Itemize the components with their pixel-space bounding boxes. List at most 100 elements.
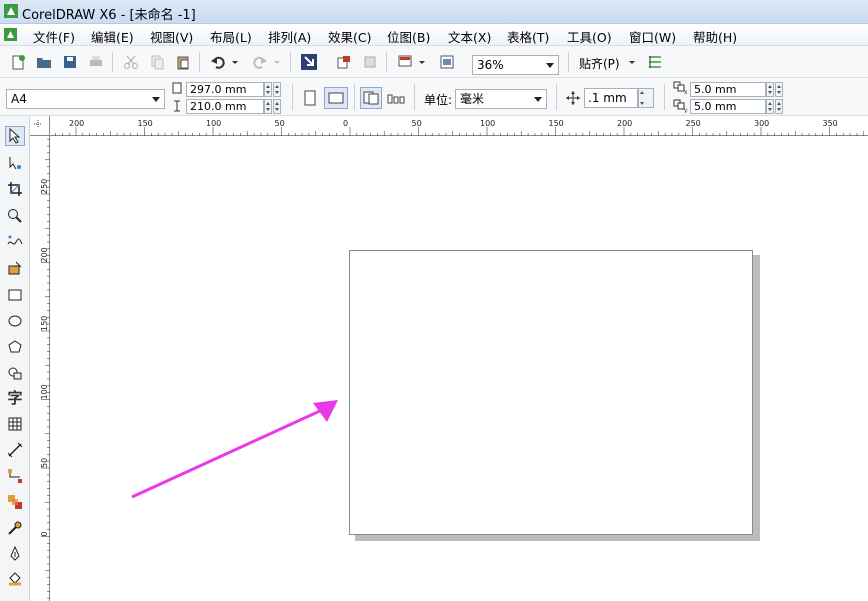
menu-help[interactable]: 帮助(H) <box>693 27 737 46</box>
ellipse-tool-icon[interactable] <box>5 311 25 331</box>
paste-icon[interactable] <box>173 52 193 72</box>
undo-icon[interactable] <box>208 52 228 72</box>
page-height-stepper-2[interactable] <box>273 99 281 114</box>
nudge-distance-value: .1 mm <box>588 91 627 105</box>
menu-bitmaps[interactable]: 位图(B) <box>387 27 430 46</box>
document-menu-icon[interactable] <box>4 28 17 41</box>
print-icon[interactable] <box>86 52 106 72</box>
duplicate-y-field[interactable]: 5.0 mm <box>690 99 766 114</box>
window-title: CorelDRAW X6 - [未命名 -1] <box>22 8 196 23</box>
open-folder-icon[interactable] <box>34 52 54 72</box>
freehand-tool-icon[interactable] <box>5 232 25 252</box>
duplicate-x-stepper-2[interactable] <box>775 82 783 97</box>
page-width-stepper[interactable] <box>264 82 272 97</box>
menu-window[interactable]: 窗口(W) <box>629 27 676 46</box>
paper-size-select[interactable]: A4 <box>6 89 165 109</box>
ruler-h-label: 50 <box>412 119 422 128</box>
redo-icon[interactable] <box>250 52 270 72</box>
import-icon[interactable] <box>299 52 319 72</box>
menu-layout[interactable]: 布局(L) <box>210 27 252 46</box>
duplicate-x-stepper[interactable] <box>766 82 774 97</box>
all-pages-icon[interactable] <box>360 87 382 109</box>
menu-view[interactable]: 视图(V) <box>150 27 193 46</box>
undo-dropdown-icon[interactable] <box>230 52 240 72</box>
welcome-screen-icon[interactable] <box>437 52 457 72</box>
title-bar: CorelDRAW X6 - [未命名 -1] <box>0 0 868 24</box>
ruler-h-label: 100 <box>206 119 221 128</box>
blend-tool-icon[interactable] <box>5 492 25 512</box>
text-tool-icon[interactable]: 字 <box>5 387 25 407</box>
save-icon[interactable] <box>60 52 80 72</box>
menu-arrange[interactable]: 排列(A) <box>268 27 311 46</box>
connector-tool-icon[interactable] <box>5 466 25 486</box>
outline-pen-tool-icon[interactable] <box>5 544 25 564</box>
smart-fill-tool-icon[interactable] <box>5 258 25 278</box>
launcher-dropdown-icon[interactable] <box>417 52 427 72</box>
export-icon[interactable] <box>334 52 354 72</box>
menu-tools[interactable]: 工具(O) <box>567 27 612 46</box>
zoom-level-select[interactable]: 36% <box>472 55 559 75</box>
eyedropper-tool-icon[interactable] <box>5 518 25 538</box>
crop-tool-icon[interactable] <box>5 179 25 199</box>
ruler-origin-corner[interactable] <box>30 116 50 136</box>
page-height-icon <box>170 98 184 114</box>
duplicate-y-value: 5.0 mm <box>694 100 737 113</box>
duplicate-y-stepper[interactable] <box>766 99 774 114</box>
text-tool-glyph: 字 <box>7 388 23 407</box>
options-icon[interactable] <box>645 52 665 72</box>
menu-file[interactable]: 文件(F) <box>33 27 75 46</box>
landscape-icon[interactable] <box>324 87 348 109</box>
polygon-tool-icon[interactable] <box>5 337 25 357</box>
drawing-page[interactable] <box>349 250 753 535</box>
duplicate-y-stepper-2[interactable] <box>775 99 783 114</box>
unit-select[interactable]: 毫米 <box>455 89 547 109</box>
snap-to-label[interactable]: 贴齐(P) <box>579 55 620 72</box>
menu-edit[interactable]: 编辑(E) <box>91 27 134 46</box>
snap-dropdown-icon[interactable] <box>627 52 637 72</box>
vertical-ruler[interactable]: 250 200 150 100 50 0 <box>30 136 50 601</box>
ruler-v-label: 200 <box>40 247 49 262</box>
ruler-v-label: 150 <box>40 316 49 331</box>
nudge-distance-field[interactable]: .1 mm <box>584 88 638 108</box>
page-width-icon <box>170 80 184 96</box>
standard-toolbar: 36% 贴齐(P) <box>0 46 868 78</box>
menu-text[interactable]: 文本(X) <box>448 27 491 46</box>
dimension-tool-icon[interactable] <box>5 440 25 460</box>
zoom-level-value: 36% <box>477 58 504 72</box>
menu-bar: 文件(F) 编辑(E) 视图(V) 布局(L) 排列(A) 效果(C) 位图(B… <box>0 24 868 46</box>
cut-icon[interactable] <box>121 52 141 72</box>
zoom-tool-icon[interactable] <box>5 206 25 226</box>
portrait-icon[interactable] <box>300 88 320 108</box>
redo-dropdown-icon[interactable] <box>272 52 282 72</box>
ruler-v-label: 50 <box>40 458 49 468</box>
duplicate-x-field[interactable]: 5.0 mm <box>690 82 766 97</box>
horizontal-ruler[interactable]: 200 150 100 50 0 50 100 150 200 250 300 350 <box>30 116 868 136</box>
new-document-icon[interactable] <box>8 52 28 72</box>
ruler-v-label: 0 <box>40 531 49 536</box>
application-launcher-icon[interactable] <box>395 52 415 72</box>
menu-effects[interactable]: 效果(C) <box>328 27 371 46</box>
page-height-value: 210.0 mm <box>190 100 247 113</box>
pick-tool-icon[interactable] <box>5 126 25 146</box>
shape-tool-icon[interactable] <box>5 153 25 173</box>
page-width-value: 297.0 mm <box>190 83 247 96</box>
ruler-h-label: 150 <box>138 119 153 128</box>
menu-table[interactable]: 表格(T) <box>507 27 549 46</box>
publish-pdf-icon[interactable] <box>360 52 380 72</box>
fill-tool-icon[interactable] <box>5 570 25 590</box>
toolbox: 字 <box>0 116 30 601</box>
basic-shapes-tool-icon[interactable] <box>5 363 25 383</box>
page-height-stepper[interactable] <box>264 99 272 114</box>
duplicate-x-value: 5.0 mm <box>694 83 737 96</box>
current-page-icon[interactable] <box>386 88 406 108</box>
copy-icon[interactable] <box>147 52 167 72</box>
table-tool-icon[interactable] <box>5 414 25 434</box>
coreldraw-logo-icon <box>4 4 18 18</box>
nudge-distance-stepper[interactable] <box>638 88 654 108</box>
ruler-h-label: 200 <box>69 119 84 128</box>
rectangle-tool-icon[interactable] <box>5 285 25 305</box>
page-height-field[interactable]: 210.0 mm <box>186 99 264 114</box>
page-width-field[interactable]: 297.0 mm <box>186 82 264 97</box>
page-width-stepper-2[interactable] <box>273 82 281 97</box>
svg-text:y: y <box>684 107 688 113</box>
